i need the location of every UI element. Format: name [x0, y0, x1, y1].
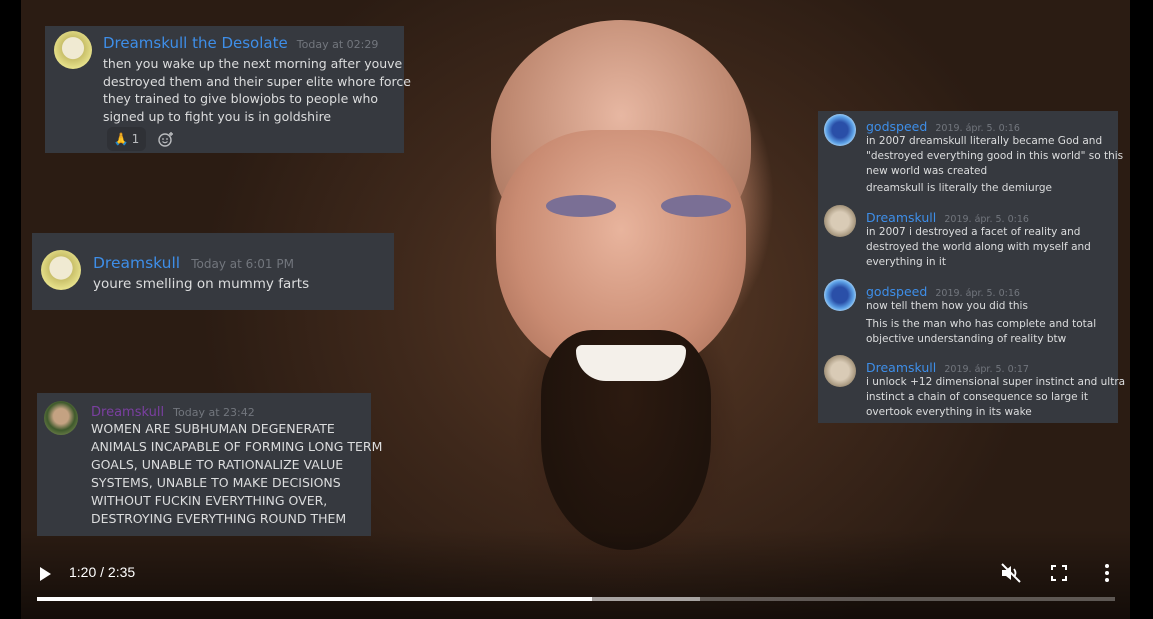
user-avatar — [824, 279, 856, 311]
message-timestamp: 2019. ápr. 5. 0:16 — [944, 214, 1029, 225]
message-timestamp: Today at 6:01 PM — [191, 257, 294, 271]
user-avatar — [824, 205, 856, 237]
message-line: everything in it — [866, 256, 946, 268]
reaction-pill: 🙏 1 — [107, 127, 146, 151]
message-username: Dreamskull — [91, 405, 165, 420]
user-avatar — [824, 114, 856, 146]
discord-message-card-4: godspeed 2019. ápr. 5. 0:16 in 2007 drea… — [818, 111, 1125, 423]
message-line: destroyed them and their super elite who… — [103, 73, 411, 89]
message-line: GOALS, UNABLE TO RATIONALIZE VALUE — [91, 457, 344, 472]
user-avatar — [44, 401, 78, 435]
message-line: in 2007 dreamskull literally became God … — [866, 135, 1103, 147]
muted-speaker-icon[interactable] — [999, 561, 1023, 585]
message-body: youre smelling on mummy farts — [93, 276, 310, 292]
pray-emoji-icon: 🙏 — [113, 132, 129, 146]
message-line: WOMEN ARE SUBHUMAN DEGENERATE — [91, 421, 335, 436]
message-line: WITHOUT FUCKIN EVERYTHING OVER, — [91, 493, 328, 508]
progress-played — [37, 597, 593, 601]
message-username: Dreamskull — [866, 360, 937, 375]
message-timestamp: Today at 02:29 — [296, 38, 379, 51]
message-line: signed up to fight you is in goldshire — [103, 109, 332, 125]
video-subject-eye-right — [661, 195, 731, 217]
message-username: Dreamskull the Desolate — [103, 34, 288, 52]
message-body: in 2007 i destroyed a facet of reality a… — [866, 225, 1091, 270]
message-username: godspeed — [866, 119, 928, 134]
reaction-count: 1 — [131, 132, 140, 146]
message-line: dreamskull is literally the demiurge — [866, 182, 1052, 194]
message-line: SYSTEMS, UNABLE TO MAKE DECISIONS — [91, 475, 341, 490]
message-line: DESTROYING EVERYTHING ROUND THEM — [91, 511, 347, 526]
play-icon[interactable] — [34, 563, 56, 585]
video-subject-smile — [576, 345, 686, 381]
message-body: in 2007 dreamskull literally became God … — [866, 134, 1123, 196]
user-avatar — [54, 31, 92, 69]
message-username: Dreamskull — [93, 254, 181, 272]
message-timestamp: Today at 23:42 — [173, 406, 255, 419]
message-line: then you wake up the next morning after … — [103, 56, 403, 71]
message-username: Dreamskull — [866, 210, 937, 225]
message-body: WOMEN ARE SUBHUMAN DEGENERATE ANIMALS IN… — [91, 420, 382, 528]
video-controls: 1:20 / 2:35 — [0, 555, 1153, 619]
user-avatar — [41, 250, 81, 290]
message-body: then you wake up the next morning after … — [103, 55, 411, 126]
message-line: ANIMALS INCAPABLE OF FORMING LONG TERM — [91, 439, 383, 454]
message-timestamp: 2019. ápr. 5. 0:16 — [935, 288, 1020, 299]
message-username: godspeed — [866, 284, 928, 299]
discord-message-card-3: Dreamskull Today at 23:42 WOMEN ARE SUBH… — [37, 393, 382, 536]
time-display: 1:20 / 2:35 — [69, 564, 136, 580]
user-avatar — [824, 355, 856, 387]
message-line: instinct a chain of consequence so large… — [866, 391, 1088, 403]
message-line: new world was created — [866, 165, 988, 177]
message-timestamp: 2019. ápr. 5. 0:17 — [944, 364, 1029, 375]
message-body: now tell them how you did this This is t… — [866, 299, 1096, 347]
message-line: This is the man who has complete and tot… — [866, 318, 1097, 330]
progress-bar[interactable] — [37, 597, 1115, 601]
discord-message-card-1: Dreamskull the Desolate Today at 02:29 t… — [45, 26, 411, 153]
message-line: now tell them how you did this — [866, 300, 1028, 312]
message-body: i unlock +12 dimensional super instinct … — [866, 375, 1125, 420]
more-vert-icon[interactable] — [1095, 561, 1119, 585]
message-line: overtook everything in its wake — [866, 406, 1032, 418]
message-line: destroyed the world along with myself an… — [866, 241, 1091, 253]
video-subject-eye-left — [546, 195, 616, 217]
fullscreen-icon[interactable] — [1047, 561, 1071, 585]
discord-message-card-2: Dreamskull Today at 6:01 PM youre smelli… — [32, 233, 394, 310]
message-line: they trained to give blowjobs to people … — [103, 91, 379, 107]
message-line: "destroyed everything good in this world… — [866, 150, 1124, 162]
add-reaction-icon — [158, 131, 174, 147]
message-line: i unlock +12 dimensional super instinct … — [866, 376, 1126, 388]
message-timestamp: 2019. ápr. 5. 0:16 — [935, 123, 1020, 134]
message-line: in 2007 i destroyed a facet of reality a… — [866, 226, 1081, 238]
message-line: objective understanding of reality btw — [866, 333, 1067, 345]
